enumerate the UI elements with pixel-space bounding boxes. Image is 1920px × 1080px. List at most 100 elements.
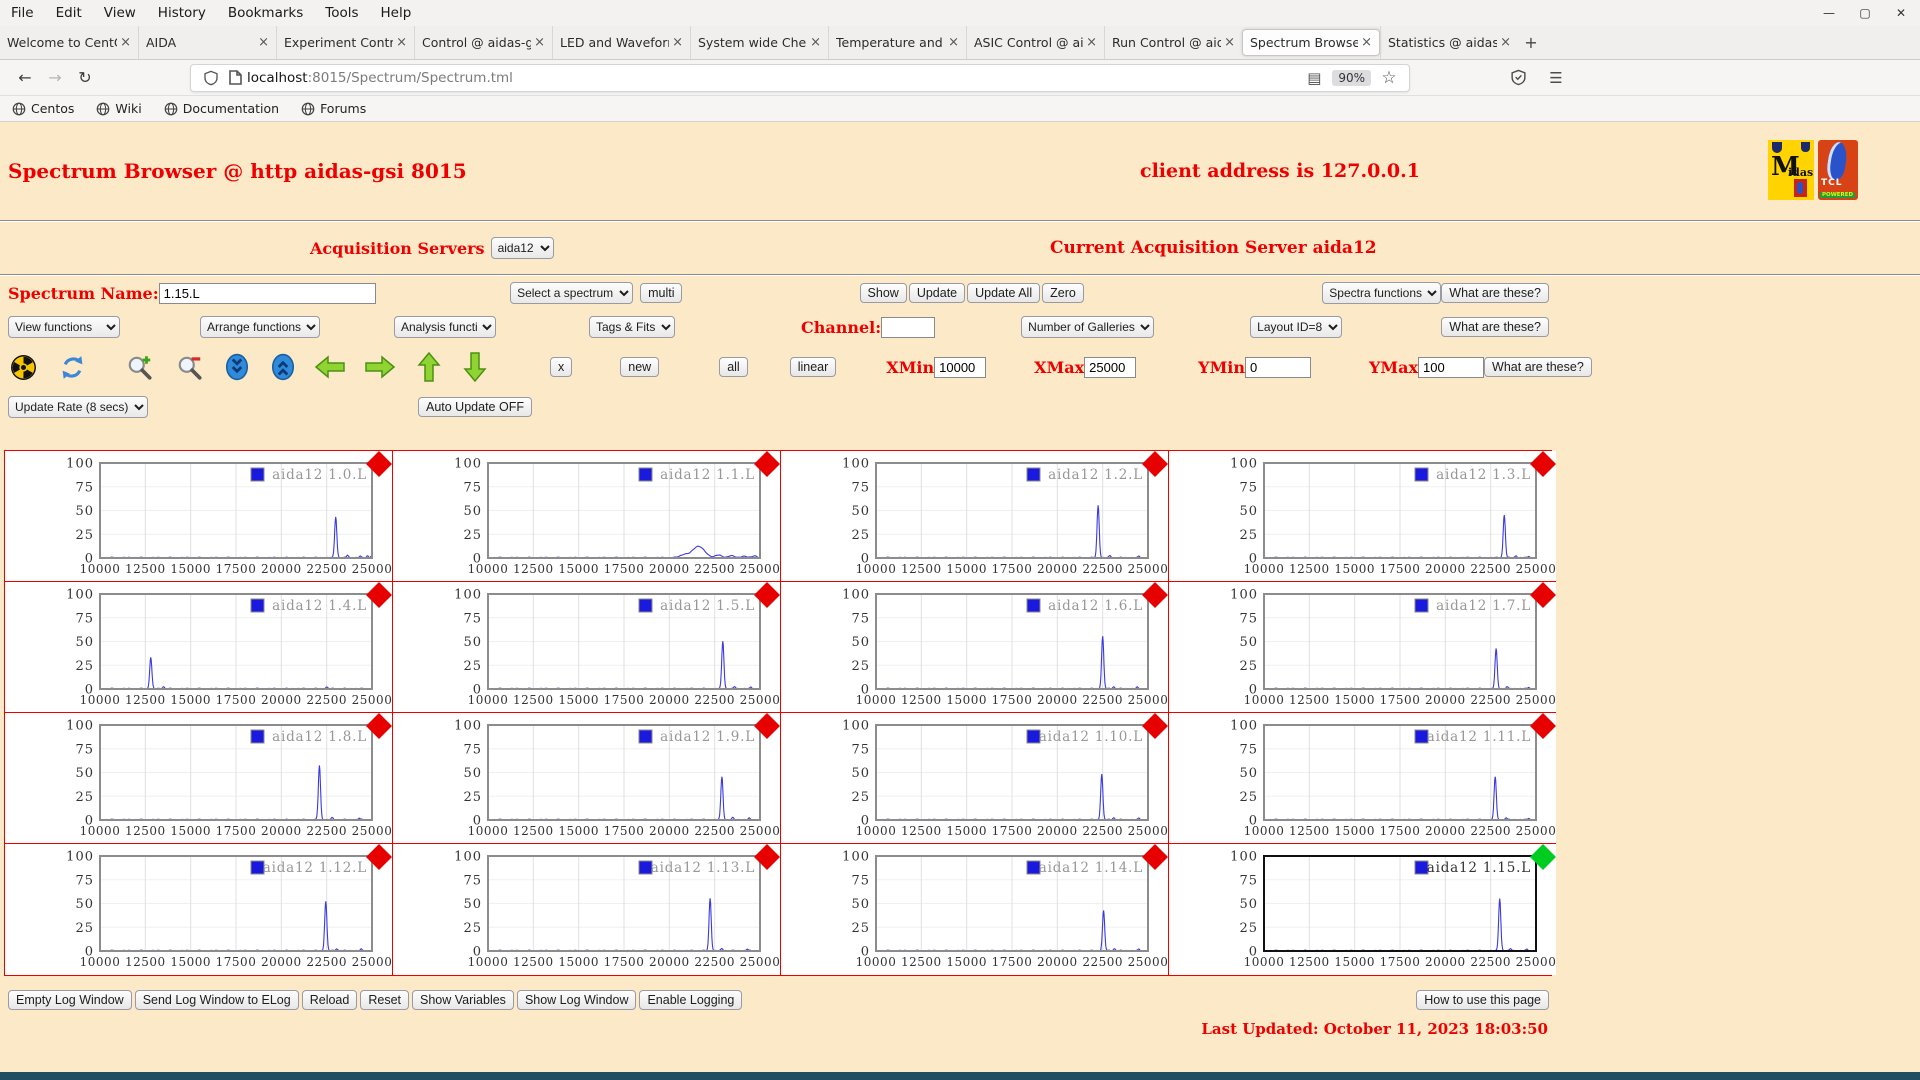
what-are-these-button[interactable]: What are these? bbox=[1484, 357, 1592, 377]
ymax-input[interactable] bbox=[1418, 356, 1485, 378]
what-are-these-button[interactable]: What are these? bbox=[1441, 317, 1549, 337]
menu-tools[interactable]: Tools bbox=[314, 5, 369, 21]
bookmark-wiki[interactable]: Wiki bbox=[96, 101, 142, 116]
spectrum-cell[interactable]: 0 25 50 75 100 10000 12500 15000 17500 20000 22500… bbox=[5, 713, 393, 844]
url-bar[interactable]: localhost:8015/Spectrum/Spectrum.tml ▤ 9… bbox=[190, 63, 1410, 92]
arrow-right-icon[interactable] bbox=[364, 354, 396, 380]
spectrum-cell[interactable]: 0 25 50 75 100 10000 12500 15000 17500 20000 22500… bbox=[1169, 713, 1556, 844]
browser-tab[interactable]: ASIC Control @ aidas× bbox=[966, 26, 1104, 59]
compress-icon[interactable] bbox=[224, 353, 250, 381]
status-diamond[interactable] bbox=[1142, 582, 1168, 608]
browser-tab[interactable]: Run Control @ aidas-× bbox=[1104, 26, 1242, 59]
reload-button[interactable]: Reload bbox=[301, 990, 358, 1010]
menu-view[interactable]: View bbox=[93, 5, 147, 21]
linear-button[interactable]: linear bbox=[789, 357, 837, 377]
layout-id-select[interactable]: Layout ID=8 bbox=[1250, 316, 1343, 338]
arrow-down-icon[interactable] bbox=[462, 351, 488, 383]
spectrum-cell[interactable]: 0 25 50 75 100 10000 12500 15000 17500 20000 22500… bbox=[5, 844, 393, 975]
tab-close-icon[interactable]: × bbox=[1500, 35, 1511, 50]
tab-close-icon[interactable]: × bbox=[1224, 35, 1235, 50]
show-button[interactable]: Show bbox=[859, 283, 907, 303]
bookmark-centos[interactable]: Centos bbox=[12, 101, 74, 116]
bookmark-forums[interactable]: Forums bbox=[301, 101, 366, 116]
view-functions-select[interactable]: View functions bbox=[8, 316, 120, 338]
reset-button[interactable]: Reset bbox=[360, 990, 409, 1010]
menu-bookmarks[interactable]: Bookmarks bbox=[217, 5, 314, 21]
menu-history[interactable]: History bbox=[147, 5, 217, 21]
bookmark-star-icon[interactable]: ☆ bbox=[1377, 66, 1401, 90]
arrow-up-icon[interactable] bbox=[416, 351, 442, 383]
status-diamond[interactable] bbox=[1142, 451, 1168, 477]
browser-tab[interactable]: Spectrum Browser (@× bbox=[1242, 29, 1380, 56]
spectrum-cell[interactable]: 0 25 50 75 100 10000 12500 15000 17500 20000 22500… bbox=[393, 713, 781, 844]
arrow-left-icon[interactable] bbox=[314, 354, 346, 380]
browser-tab[interactable]: Temperature and stat× bbox=[828, 26, 966, 59]
close-icon[interactable]: ✕ bbox=[1894, 6, 1908, 20]
what-are-these-button[interactable]: What are these? bbox=[1441, 283, 1549, 303]
zoom-in-icon[interactable] bbox=[126, 353, 154, 381]
number-of-galleries-select[interactable]: Number of Galleries bbox=[1021, 316, 1155, 338]
tab-close-icon[interactable]: × bbox=[810, 35, 821, 50]
send-log-window-to-elog-button[interactable]: Send Log Window to ELog bbox=[134, 990, 299, 1010]
tab-close-icon[interactable]: × bbox=[948, 35, 959, 50]
spectrum-cell[interactable]: 0 25 50 75 100 10000 12500 15000 17500 20000 22500… bbox=[393, 451, 781, 582]
menu-help[interactable]: Help bbox=[370, 5, 423, 21]
enable-logging-button[interactable]: Enable Logging bbox=[639, 990, 743, 1010]
expand-icon[interactable] bbox=[270, 353, 296, 381]
status-diamond[interactable] bbox=[1530, 451, 1556, 477]
spectrum-cell[interactable]: 0 25 50 75 100 10000 12500 15000 17500 20000 22500… bbox=[781, 582, 1169, 713]
status-diamond[interactable] bbox=[754, 844, 780, 870]
tab-close-icon[interactable]: × bbox=[396, 35, 407, 50]
shield-icon[interactable] bbox=[199, 66, 223, 90]
update-rate-select[interactable]: Update Rate (8 secs) bbox=[8, 396, 148, 418]
arrange-functions-select[interactable]: Arrange functions bbox=[200, 316, 320, 338]
how-to-use-this-page-button[interactable]: How to use this page bbox=[1416, 990, 1549, 1010]
spectrum-cell[interactable]: 0 25 50 75 100 10000 12500 15000 17500 20000 22500… bbox=[781, 844, 1169, 975]
spectrum-cell[interactable]: 0 25 50 75 100 10000 12500 15000 17500 20000 22500… bbox=[1169, 844, 1556, 975]
spectrum-cell[interactable]: 0 25 50 75 100 10000 12500 15000 17500 20000 22500… bbox=[781, 713, 1169, 844]
update-button[interactable]: Update bbox=[908, 283, 966, 303]
status-diamond[interactable] bbox=[366, 844, 392, 870]
status-diamond[interactable] bbox=[1530, 582, 1556, 608]
channel-input[interactable] bbox=[881, 316, 936, 338]
reload-icon[interactable]: ↻ bbox=[70, 68, 100, 87]
browser-tab[interactable]: Experiment Control (× bbox=[276, 26, 414, 59]
reader-mode-icon[interactable]: ▤ bbox=[1302, 66, 1326, 90]
status-diamond[interactable] bbox=[754, 451, 780, 477]
browser-tab[interactable]: LED and Waveform c× bbox=[552, 26, 690, 59]
status-diamond[interactable] bbox=[366, 451, 392, 477]
status-diamond[interactable] bbox=[366, 713, 392, 739]
browser-tab[interactable]: System wide Checks× bbox=[690, 26, 828, 59]
status-diamond[interactable] bbox=[366, 582, 392, 608]
browser-tab[interactable]: Welcome to CentOS× bbox=[0, 26, 138, 59]
spectrum-cell[interactable]: 0 25 50 75 100 10000 12500 15000 17500 20000 22500… bbox=[781, 451, 1169, 582]
show-log-window-button[interactable]: Show Log Window bbox=[516, 990, 637, 1010]
tab-close-icon[interactable]: × bbox=[1086, 35, 1097, 50]
status-diamond[interactable] bbox=[1142, 844, 1168, 870]
radiation-icon[interactable] bbox=[10, 354, 37, 381]
zoom-level-badge[interactable]: 90% bbox=[1332, 69, 1371, 86]
tags-fits-select[interactable]: Tags & Fits bbox=[589, 316, 675, 338]
zoom-out-icon[interactable] bbox=[176, 353, 204, 381]
spectrum-cell[interactable]: 0 25 50 75 100 10000 12500 15000 17500 20000 22500… bbox=[5, 582, 393, 713]
minimize-icon[interactable]: — bbox=[1822, 6, 1836, 20]
new-button[interactable]: new bbox=[620, 357, 660, 377]
hamburger-menu-icon[interactable]: ☰ bbox=[1544, 66, 1568, 90]
refresh-icon[interactable] bbox=[59, 354, 86, 381]
xmin-input[interactable] bbox=[934, 356, 987, 378]
browser-tab[interactable]: AIDA × bbox=[138, 26, 276, 59]
acquisition-server-select[interactable]: aida12 bbox=[490, 237, 554, 259]
zero-button[interactable]: Zero bbox=[1042, 283, 1084, 303]
status-diamond[interactable] bbox=[1530, 844, 1556, 870]
spectrum-name-input[interactable] bbox=[158, 282, 377, 304]
empty-log-window-button[interactable]: Empty Log Window bbox=[8, 990, 132, 1010]
spectrum-cell[interactable]: 0 25 50 75 100 10000 12500 15000 17500 20000 22500… bbox=[1169, 451, 1556, 582]
tab-close-icon[interactable]: × bbox=[534, 35, 545, 50]
tab-close-icon[interactable]: × bbox=[120, 35, 131, 50]
maximize-icon[interactable]: ▢ bbox=[1858, 6, 1872, 20]
auto-update-button[interactable]: Auto Update OFF bbox=[418, 397, 532, 417]
protections-shield-icon[interactable] bbox=[1506, 66, 1530, 90]
back-icon[interactable]: ← bbox=[10, 68, 40, 87]
spectra-functions-select[interactable]: Spectra functions bbox=[1322, 282, 1442, 304]
select-a-spectrum-select[interactable]: Select a spectrum bbox=[510, 282, 634, 304]
